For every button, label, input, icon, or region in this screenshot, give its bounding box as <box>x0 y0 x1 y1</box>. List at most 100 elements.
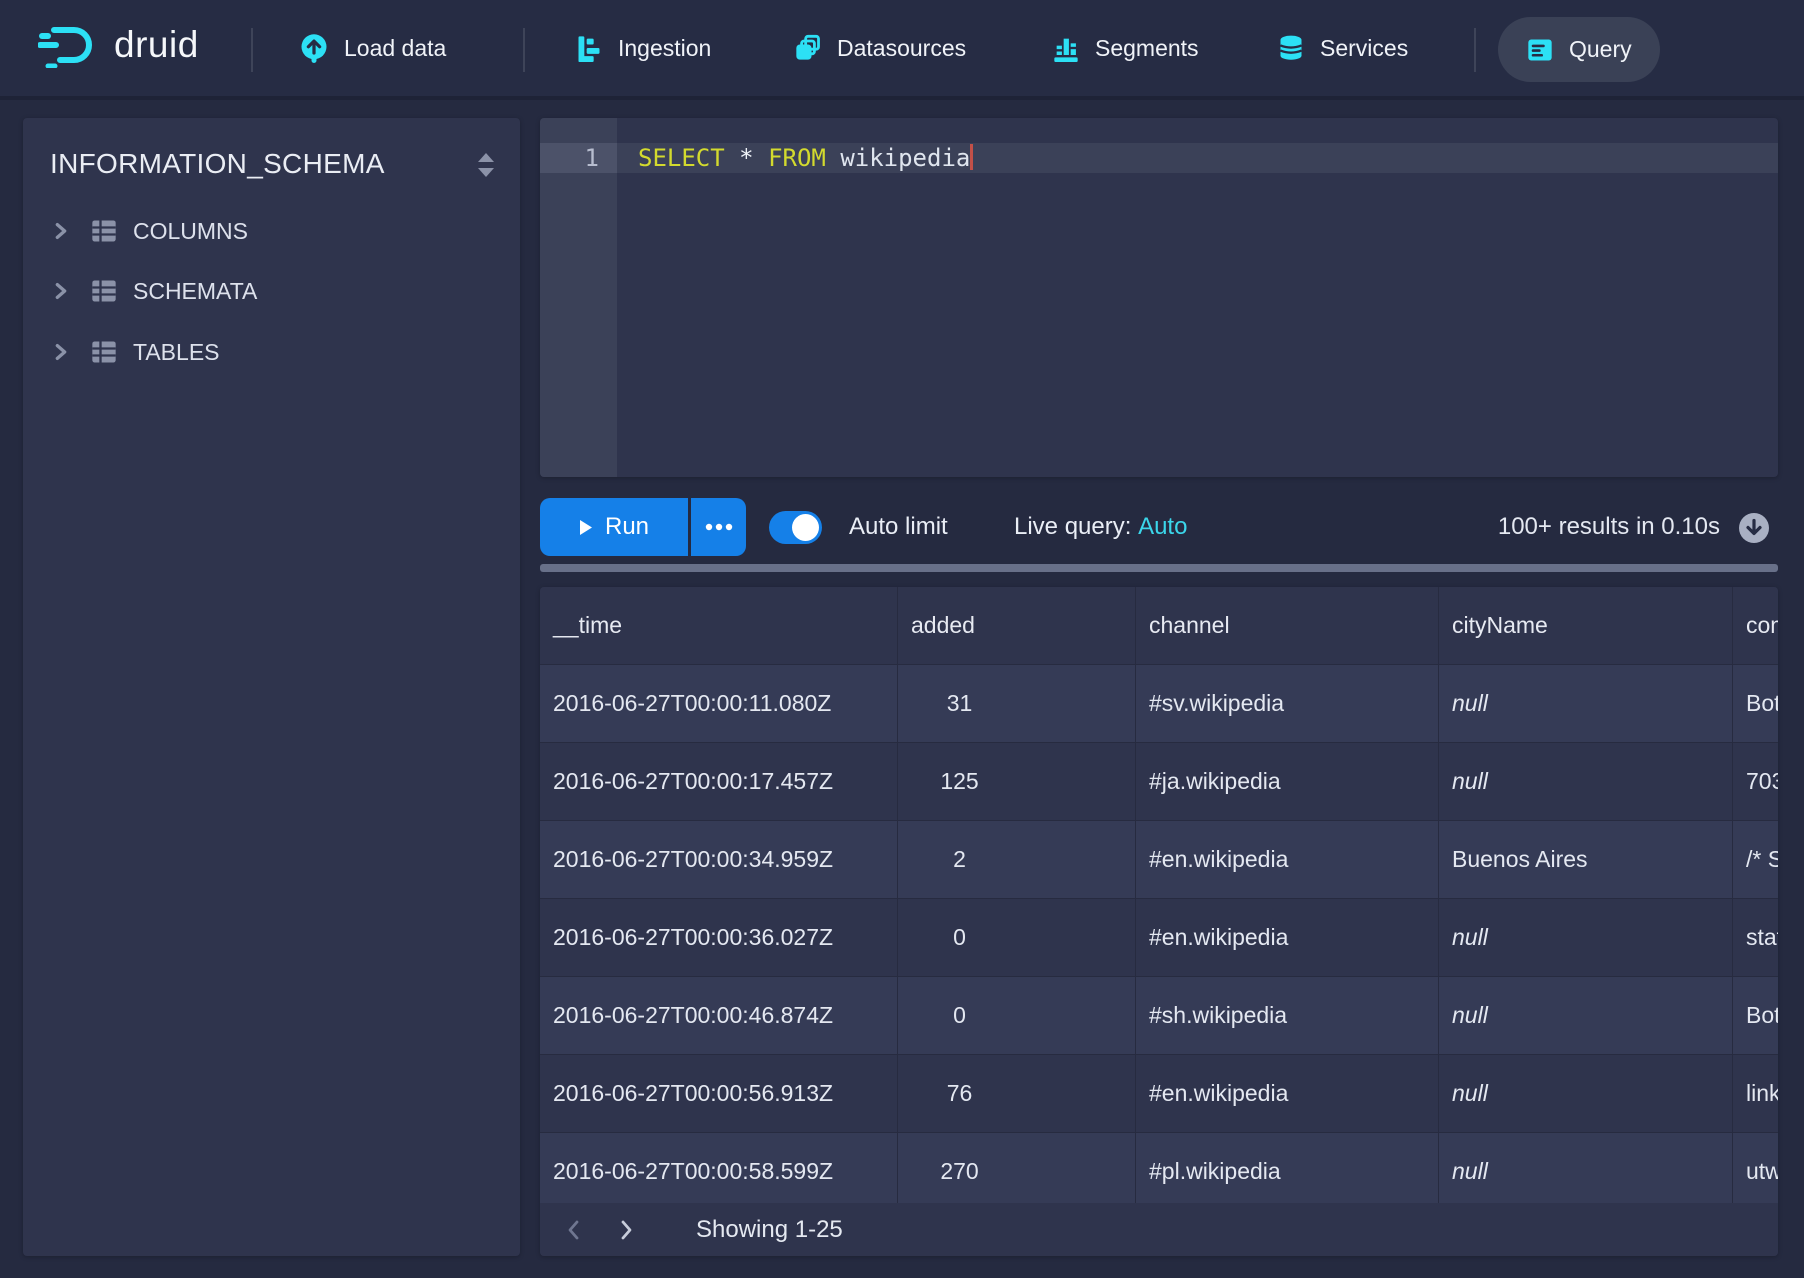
table-row: 2016-06-27T00:00:17.457Z125#ja.wikipedia… <box>540 743 1778 821</box>
table-grid-icon <box>90 277 118 305</box>
cell-cityName: Buenos Aires <box>1439 821 1733 899</box>
chevron-right-icon <box>50 219 72 243</box>
run-button-label: Run <box>605 513 649 541</box>
cell-added: 31 <box>898 665 1136 743</box>
sidebar-item-label: TABLES <box>133 339 220 366</box>
cell-__time: 2016-06-27T00:00:46.874Z <box>540 977 898 1055</box>
upload-icon <box>299 33 329 63</box>
showing-range-text: Showing 1-25 <box>696 1216 843 1244</box>
nav-divider <box>523 28 525 72</box>
sidebar-item-label: SCHEMATA <box>133 278 257 305</box>
query-results-panel: __time added channel cityName comment 20… <box>540 587 1778 1256</box>
next-page-button[interactable] <box>606 1210 646 1250</box>
table-row: 2016-06-27T00:00:56.913Z76#en.wikipedian… <box>540 1055 1778 1133</box>
cell-comment: stat <box>1733 899 1778 977</box>
nav-item-label: Load data <box>344 35 446 62</box>
nav-item-label: Query <box>1569 36 1632 63</box>
cell-cityName: null <box>1439 1055 1733 1133</box>
sql-keyword: FROM <box>768 144 826 172</box>
table-row: 2016-06-27T00:00:34.959Z2#en.wikipediaBu… <box>540 821 1778 899</box>
datasources-stack-icon <box>794 34 822 62</box>
ellipsis-icon <box>705 523 733 531</box>
cell-__time: 2016-06-27T00:00:11.080Z <box>540 665 898 743</box>
nav-item-segments[interactable]: Segments <box>1052 0 1199 96</box>
cell-comment: Bot <box>1733 665 1778 743</box>
table-row: 2016-06-27T00:00:58.599Z270#pl.wikipedia… <box>540 1133 1778 1211</box>
cell-channel: #ja.wikipedia <box>1136 743 1439 821</box>
nav-item-label: Ingestion <box>618 35 711 62</box>
table-row: 2016-06-27T00:00:36.027Z0#en.wikipedianu… <box>540 899 1778 977</box>
results-count-text: 100+ results in 0.10s <box>1498 498 1720 556</box>
column-header-channel[interactable]: channel <box>1136 587 1439 664</box>
top-nav: druid Load data Ingestion <box>0 0 1804 100</box>
segments-bars-icon <box>1052 34 1080 62</box>
cell-cityName: null <box>1439 977 1733 1055</box>
chevron-right-icon <box>50 340 72 364</box>
cell-added: 125 <box>898 743 1136 821</box>
ingestion-chart-icon <box>575 34 603 62</box>
live-query-label: Live query: Auto <box>1014 498 1187 556</box>
chevron-right-icon <box>50 279 72 303</box>
sidebar-item-columns[interactable]: COLUMNS <box>50 210 248 252</box>
cell-added: 76 <box>898 1055 1136 1133</box>
cell-cityName: null <box>1439 899 1733 977</box>
cell-comment: 703 <box>1733 743 1778 821</box>
cell-cityName: null <box>1439 665 1733 743</box>
sidebar-item-tables[interactable]: TABLES <box>50 331 220 373</box>
sql-table-name: wikipedia <box>840 144 970 172</box>
sql-keyword: SELECT <box>638 144 725 172</box>
cell-channel: #sv.wikipedia <box>1136 665 1439 743</box>
cell-added: 0 <box>898 977 1136 1055</box>
druid-logo[interactable]: druid <box>38 22 199 68</box>
run-more-options-button[interactable] <box>691 498 746 556</box>
column-header-cityName[interactable]: cityName <box>1439 587 1733 664</box>
sidebar-item-label: COLUMNS <box>133 218 248 245</box>
panel-resize-handle[interactable] <box>540 564 1778 572</box>
column-header-added[interactable]: added <box>898 587 1136 664</box>
auto-limit-label: Auto limit <box>849 498 948 556</box>
cell-added: 270 <box>898 1133 1136 1211</box>
database-icon <box>1277 34 1305 62</box>
auto-limit-toggle[interactable] <box>769 511 822 544</box>
sql-code-line[interactable]: SELECT * FROM wikipedia <box>638 143 973 173</box>
table-row: 2016-06-27T00:00:11.080Z31#sv.wikipedian… <box>540 665 1778 743</box>
schema-title: INFORMATION_SCHEMA <box>50 148 385 180</box>
prev-page-button[interactable] <box>554 1210 594 1250</box>
nav-item-ingestion[interactable]: Ingestion <box>575 0 711 96</box>
column-header-time[interactable]: __time <box>540 587 898 664</box>
play-icon <box>579 519 593 536</box>
live-query-value[interactable]: Auto <box>1138 513 1187 540</box>
cell-comment: Bot <box>1733 977 1778 1055</box>
run-button[interactable]: Run <box>540 498 688 556</box>
cell-__time: 2016-06-27T00:00:56.913Z <box>540 1055 898 1133</box>
nav-item-datasources[interactable]: Datasources <box>794 0 966 96</box>
cell-__time: 2016-06-27T00:00:58.599Z <box>540 1133 898 1211</box>
sidebar-item-schemata[interactable]: SCHEMATA <box>50 270 257 312</box>
nav-divider <box>251 28 253 72</box>
nav-item-query[interactable]: Query <box>1498 17 1660 82</box>
cell-channel: #en.wikipedia <box>1136 899 1439 977</box>
nav-item-load-data[interactable]: Load data <box>299 0 446 96</box>
cell-__time: 2016-06-27T00:00:36.027Z <box>540 899 898 977</box>
nav-item-services[interactable]: Services <box>1277 0 1408 96</box>
sort-double-caret-icon[interactable] <box>470 146 502 193</box>
brand-word: druid <box>114 24 199 66</box>
table-row: 2016-06-27T00:00:46.874Z0#sh.wikipedianu… <box>540 977 1778 1055</box>
results-header-row: __time added channel cityName comment <box>540 587 1778 665</box>
cell-comment: /* S <box>1733 821 1778 899</box>
cell-channel: #sh.wikipedia <box>1136 977 1439 1055</box>
cell-__time: 2016-06-27T00:00:17.457Z <box>540 743 898 821</box>
cell-cityName: null <box>1439 743 1733 821</box>
cell-cityName: null <box>1439 1133 1733 1211</box>
run-button-group: Run <box>540 498 746 556</box>
toggle-knob <box>792 514 819 541</box>
cell-comment: utw <box>1733 1133 1778 1211</box>
cell-__time: 2016-06-27T00:00:34.959Z <box>540 821 898 899</box>
pagination-footer: Showing 1-25 <box>540 1203 1778 1256</box>
nav-divider <box>1474 28 1476 72</box>
column-header-comment[interactable]: comment <box>1733 587 1778 664</box>
cell-added: 0 <box>898 899 1136 977</box>
cell-channel: #en.wikipedia <box>1136 1055 1439 1133</box>
sql-star: * <box>739 144 753 172</box>
download-results-button[interactable] <box>1738 512 1770 549</box>
